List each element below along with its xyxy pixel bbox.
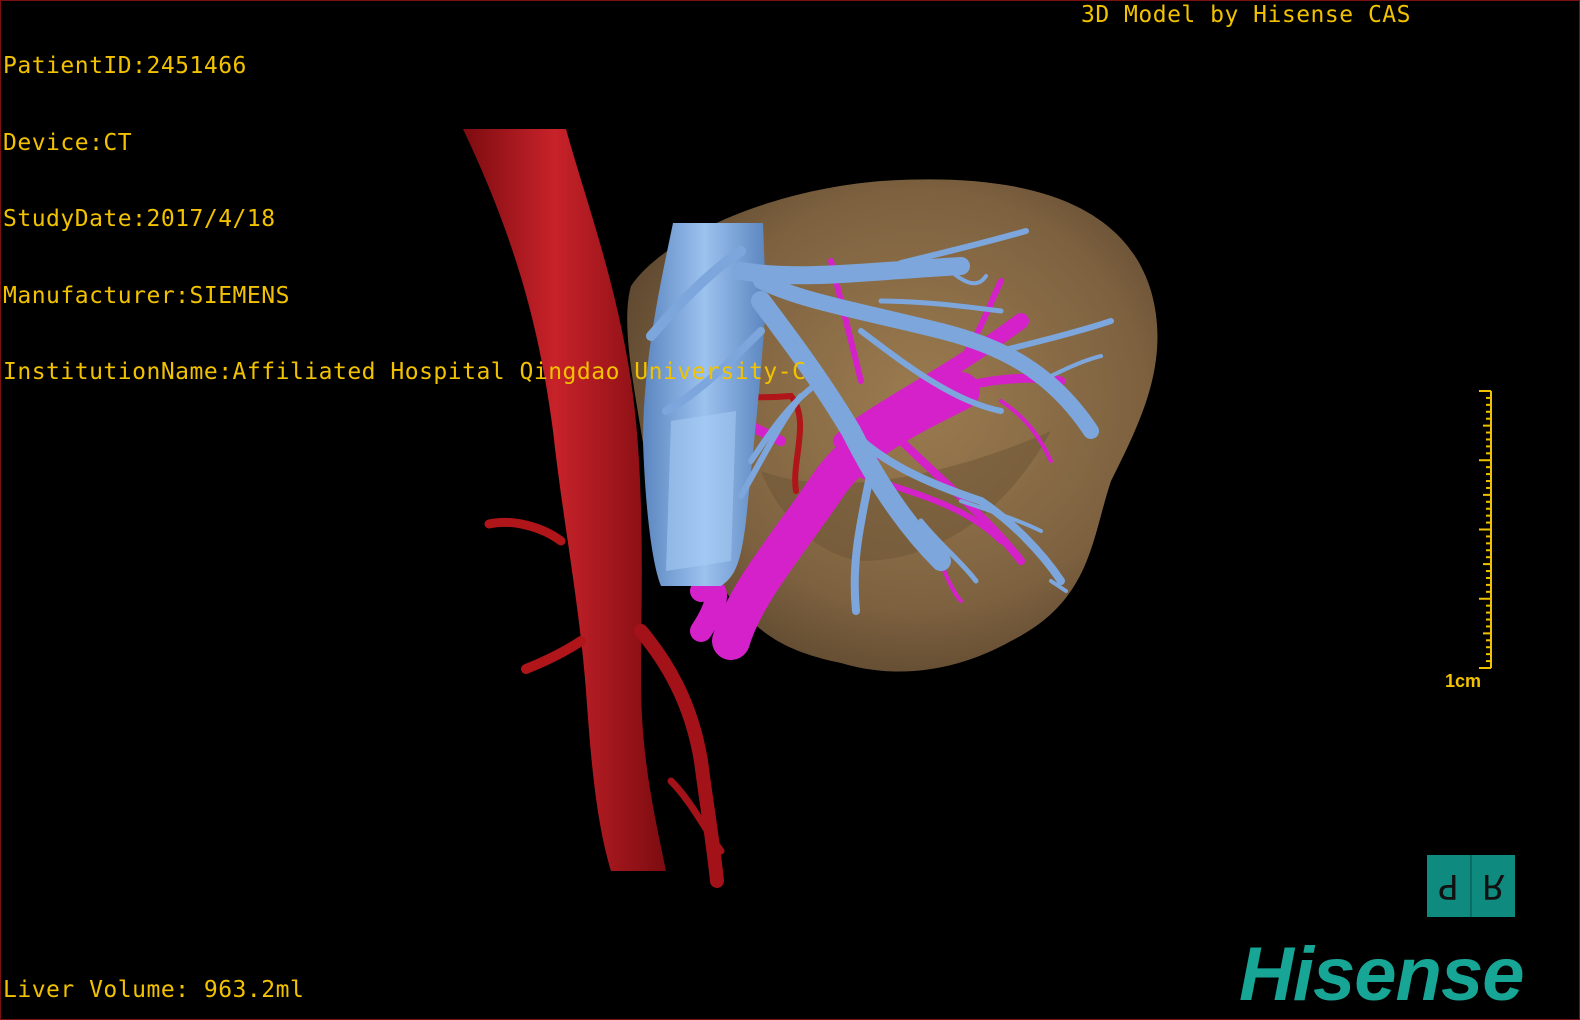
orientation-letter-r: R <box>1481 866 1506 906</box>
orientation-letter-p: P <box>1438 866 1459 906</box>
dicom-info-overlay: PatientID:2451466 Device:CT StudyDate:20… <box>3 3 806 437</box>
liver-volume-text: Liver Volume: 963.2ml <box>3 977 305 1003</box>
3d-viewport[interactable]: PatientID:2451466 Device:CT StudyDate:20… <box>0 0 1580 1020</box>
institution-text: InstitutionName:Affiliated Hospital Qing… <box>3 359 807 385</box>
aorta-branch-lower-left <box>521 636 586 674</box>
scale-ruler <box>1479 390 1492 669</box>
hisense-logo: Hisense <box>1239 932 1524 1017</box>
aorta-branch-left <box>484 517 566 546</box>
scale-ruler-label: 1cm <box>1445 671 1482 691</box>
orientation-cube[interactable]: P R <box>1427 855 1515 917</box>
device-text: Device:CT <box>3 129 133 156</box>
model-credit-text: 3D Model by Hisense CAS <box>1081 2 1411 28</box>
study-date-text: StudyDate:2017/4/18 <box>3 206 276 232</box>
patient-id-text: PatientID:2451466 <box>3 53 247 79</box>
manufacturer-text: Manufacturer:SIEMENS <box>3 282 290 309</box>
